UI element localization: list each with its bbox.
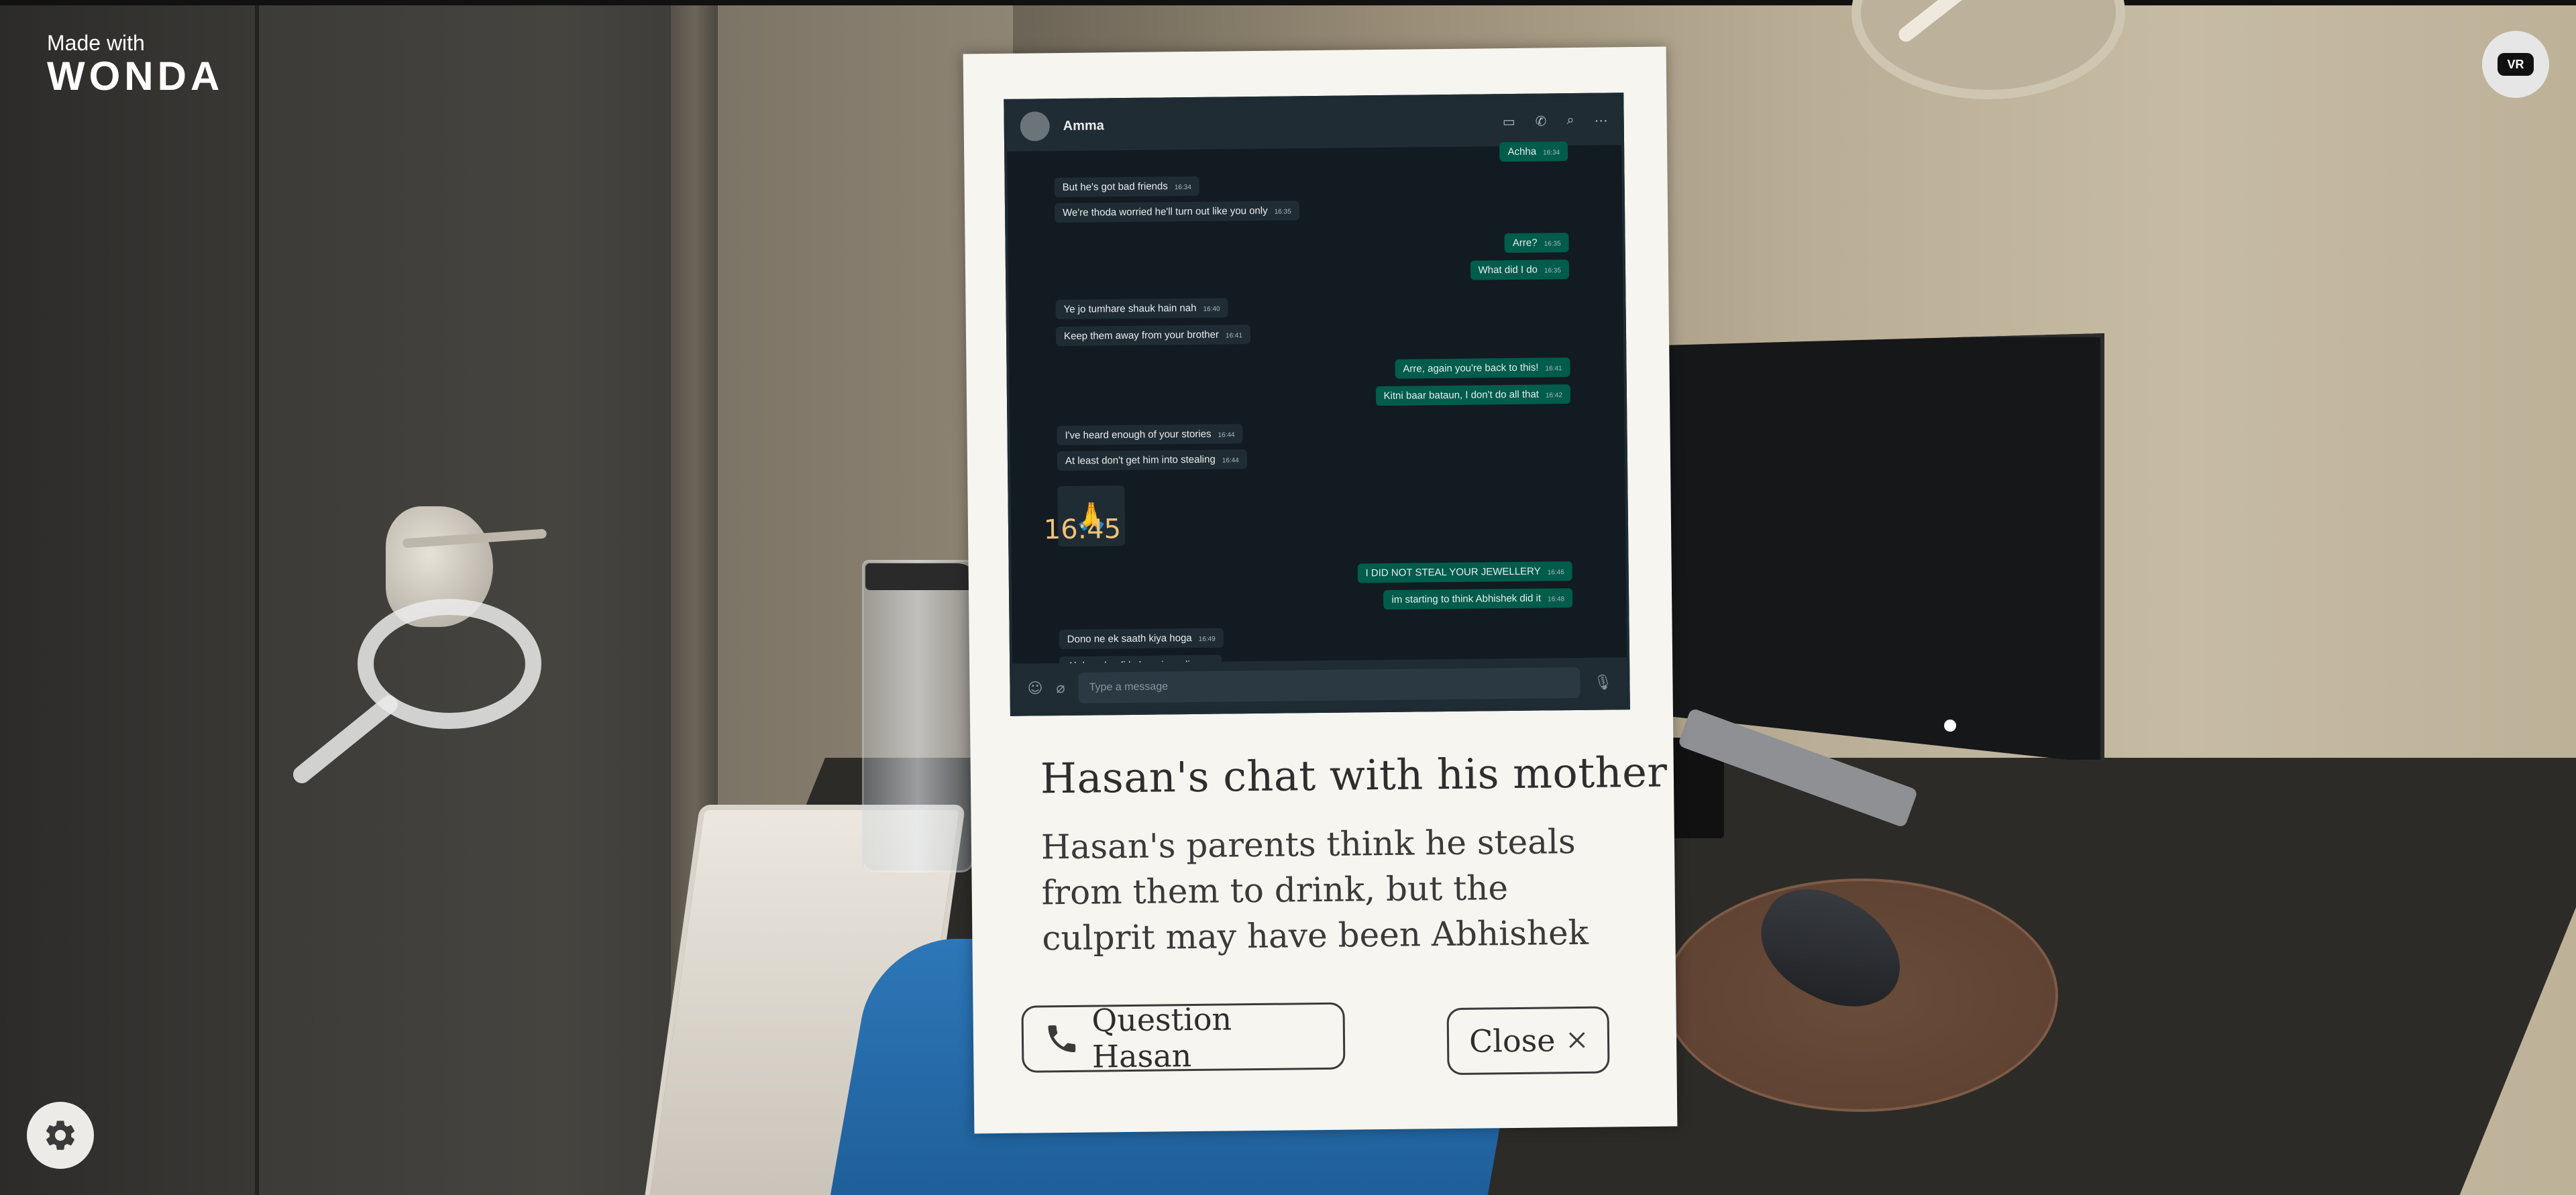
monitor-power-light — [1944, 720, 1956, 732]
message-text: But he's got bad friends — [1062, 180, 1168, 193]
chat-message: What did I do 16:35 — [1470, 260, 1570, 280]
message-time: 16:35 — [1544, 240, 1561, 248]
phone-icon: ✆ — [1535, 113, 1547, 129]
card-description: Hasan's parents think he steals from the… — [1040, 822, 1589, 958]
chat-footer: ☺ ⌀ Type a message 🎙 — [1012, 657, 1627, 714]
chat-message: We're thoda worried he'll turn out like … — [1054, 201, 1299, 223]
mic-icon: 🎙 — [1593, 673, 1613, 691]
message-time: 16:35 — [1274, 208, 1291, 216]
chat-message: Dono ne ek saath kiya hoga 16:49 — [1059, 628, 1224, 650]
message-text: Arre? — [1512, 237, 1538, 249]
message-time: 16:41 — [1225, 332, 1243, 340]
message-text: At least don't get him into stealing — [1065, 453, 1216, 467]
jug-lid — [865, 563, 979, 590]
chat-message: Arre? 16:35 — [1504, 233, 1569, 253]
close-button[interactable]: Close — [1446, 1006, 1610, 1076]
message-text: I DID NOT STEAL YOUR JEWELLERY — [1365, 565, 1541, 579]
avatar — [1020, 111, 1050, 141]
message-list: Achha 16:34 But he's got bad friends 16:34 W… — [1007, 141, 1627, 677]
message-time: 16:44 — [1222, 457, 1239, 465]
top-border — [0, 0, 2576, 5]
water-jug — [862, 560, 973, 872]
message-text: I've heard enough of your stories — [1065, 428, 1212, 441]
made-with-label: Made with — [47, 31, 145, 55]
phone-icon — [1048, 1025, 1076, 1053]
message-time: 16:49 — [1198, 635, 1216, 643]
message-time: 16:34 — [1174, 183, 1191, 192]
vr-headset-icon: VR — [2498, 53, 2534, 76]
message-text: We're thoda worried he'll turn out like … — [1062, 205, 1268, 219]
info-card: Amma ▭ ✆ ⌕ ⋯ Achha 16:34 But he's got bad … — [963, 46, 1678, 1134]
chat-message: I DID NOT STEAL YOUR JEWELLERY 16:46 — [1357, 561, 1572, 583]
message-time: 16:48 — [1548, 595, 1565, 604]
emoji-icon: ☺ — [1027, 679, 1043, 697]
chat-message: Keep them away from your brother 16:41 — [1055, 325, 1251, 347]
message-text: What did I do — [1478, 264, 1538, 276]
chat-message: Achha 16:34 — [1499, 141, 1568, 162]
wardrobe-door-left — [0, 0, 255, 1195]
attach-icon: ⌀ — [1056, 679, 1065, 697]
message-text: im starting to think Abhishek did it — [1391, 592, 1542, 606]
settings-button[interactable] — [27, 1102, 94, 1169]
vr-button[interactable]: VR — [2482, 31, 2549, 98]
question-hasan-button[interactable]: Question Hasan — [1021, 1001, 1346, 1075]
message-text: Arre, again you're back to this! — [1403, 361, 1539, 375]
chat-message: I've heard enough of your stories 16:44 — [1057, 424, 1243, 446]
contact-name: Amma — [1063, 117, 1104, 133]
question-hasan-label: Question Hasan — [1091, 1001, 1232, 1075]
chat-header-icons: ▭ ✆ ⌕ ⋯ — [1503, 112, 1608, 130]
monitor — [1630, 333, 2104, 764]
gear-icon — [46, 1121, 75, 1150]
close-icon — [1569, 1032, 1585, 1048]
video-call-icon: ▭ — [1502, 114, 1515, 129]
magnifier-hotspot-icon[interactable] — [268, 590, 550, 805]
chat-screenshot: Amma ▭ ✆ ⌕ ⋯ Achha 16:34 But he's got bad … — [1004, 93, 1630, 716]
chat-message: Ye jo tumhare shauk hain nah 16:40 — [1055, 298, 1228, 320]
chat-message: At least don't get him into stealing 16:4… — [1057, 449, 1247, 471]
message-time: 16:44 — [1218, 431, 1235, 439]
message-time: 16:41 — [1545, 365, 1562, 373]
message-time: 16:45 — [1043, 514, 1122, 546]
close-label: Close — [1468, 1022, 1556, 1060]
wonda-logo[interactable]: Made with WONDA — [47, 31, 223, 98]
chat-message: Kitni baar bataun, I don't do all that 16… — [1375, 384, 1571, 406]
message-time: 16:35 — [1544, 267, 1562, 275]
message-input: Type a message — [1078, 667, 1580, 703]
more-icon: ⋯ — [1594, 113, 1608, 129]
chat-message: im starting to think Abhishek did it 16:4… — [1383, 588, 1573, 610]
message-time: 16:40 — [1203, 305, 1220, 313]
message-text: Dono ne ek saath kiya hoga — [1067, 632, 1192, 645]
message-time: 16:46 — [1547, 569, 1564, 577]
message-text: Ye jo tumhare shauk hain nah — [1063, 302, 1197, 315]
search-icon: ⌕ — [1566, 112, 1574, 127]
message-text: Kitni baar bataun, I don't do all that — [1383, 388, 1540, 402]
card-title: Hasan's chat with his mother — [1040, 747, 1668, 803]
chat-message: But he's got bad friends 16:34 — [1054, 176, 1200, 198]
message-text: Achha — [1507, 146, 1537, 158]
message-time: 16:42 — [1545, 392, 1563, 400]
message-text: Keep them away from your brother — [1063, 329, 1220, 342]
emoji-message: 🙏 16:45 — [1044, 486, 1126, 547]
wonda-wordmark: WONDA — [47, 54, 224, 99]
message-time: 16:34 — [1543, 149, 1560, 157]
chat-message: Arre, again you're back to this! 16:41 — [1395, 357, 1570, 379]
